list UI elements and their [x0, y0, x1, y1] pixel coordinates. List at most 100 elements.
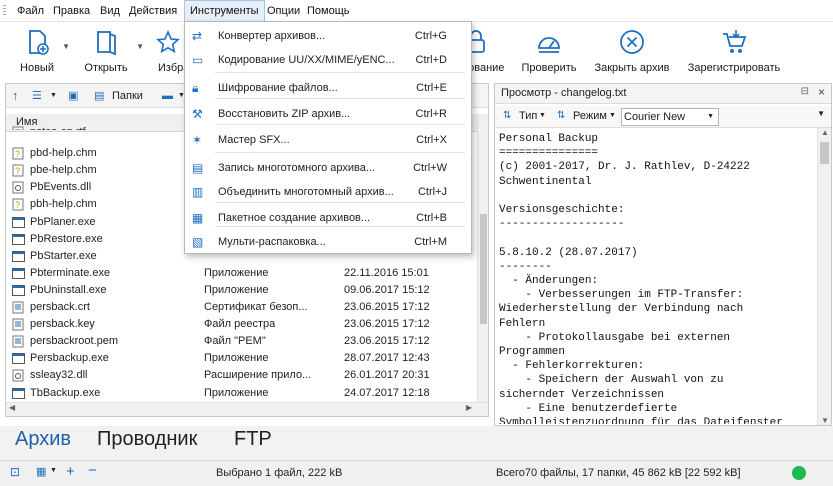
status-total: Всего70 файлы, 17 папки, 45 862 kB [22 5… [496, 467, 741, 479]
doc-file-icon [12, 318, 25, 331]
file-name: PbEvents.dll [30, 181, 92, 194]
file-row[interactable]: persback.key Файл реестра 23.06.2015 17:12 [6, 316, 478, 333]
favorites-button[interactable]: Избра [150, 22, 186, 78]
file-name: PbStarter.exe [30, 249, 97, 262]
vertical-scrollbar[interactable] [477, 114, 488, 402]
mode-dropdown[interactable]: Режим [573, 110, 607, 122]
chevron-down-icon[interactable]: ▼ [136, 42, 144, 51]
preview-pane: Просмотр - changelog.txt ⊟ × ⇅ Тип ▼ ⇅ Р… [494, 83, 832, 426]
svg-text:?: ? [15, 149, 20, 159]
preview-scrollbar[interactable]: ▲ ▼ [817, 128, 831, 425]
drive-icon[interactable]: ▬ [162, 88, 173, 104]
menu-edit[interactable]: Правка [48, 0, 95, 22]
font-select[interactable]: Courier New ▼ [621, 108, 719, 126]
lock-icon[interactable]: ⊡ [10, 465, 20, 479]
file-name: persback.key [30, 318, 95, 331]
chevron-down-icon[interactable]: ▼ [62, 42, 70, 51]
horizontal-scrollbar[interactable]: ◀ ▶ [6, 402, 488, 416]
file-name: PbRestore.exe [30, 232, 103, 245]
file-row[interactable]: PbUninstall.exe Приложение 09.06.2017 15:1… [6, 282, 478, 299]
tools-menu-item[interactable]: ▧ Мульти-распаковка... Ctrl+M [185, 230, 471, 254]
type-dropdown[interactable]: Тип [519, 110, 537, 122]
mode-icon: ⇅ [557, 110, 566, 121]
tools-menu-item[interactable]: ✶ Мастер SFX... Ctrl+X [185, 128, 471, 152]
menu-options[interactable]: Опции [262, 0, 305, 22]
chevron-down-icon[interactable]: ▼ [50, 467, 57, 474]
open-archive-icon [97, 31, 116, 56]
file-name: Persbackup.exe [30, 352, 109, 365]
file-name: pbe-help.chm [30, 164, 97, 177]
view-grid-icon[interactable]: ▦ [36, 465, 46, 478]
file-type: Приложение [204, 283, 269, 296]
register-button[interactable]: Зарегистрировать [682, 22, 786, 78]
doc-file-icon [12, 301, 25, 314]
file-date: 24.07.2017 12:18 [344, 386, 430, 399]
chm-file-icon: ? [12, 147, 25, 160]
chm-file-icon: ? [12, 164, 25, 177]
open-button-label: Открыть [84, 62, 128, 74]
tools-menu-item[interactable]: 🔒︎ Шифрование файлов... Ctrl+E [185, 76, 471, 100]
chevron-down-icon: ▼ [707, 113, 714, 120]
doc-file-icon [12, 126, 25, 130]
scroll-up-icon[interactable]: ▲ [821, 128, 829, 137]
new-button[interactable]: ▼ Новый [14, 22, 70, 78]
menu-item-label: Мульти-распаковка... [218, 236, 326, 248]
menu-item-label: Объединить многотомный архив... [218, 186, 394, 198]
tools-menu: ⇄ Конвертер архивов... Ctrl+G ▭ Кодирование … [184, 21, 472, 254]
svg-text:?: ? [15, 166, 20, 176]
minus-icon[interactable]: − [88, 462, 97, 479]
menu-help[interactable]: Помощь [302, 0, 355, 22]
file-row[interactable]: persback.crt Сертификат безоп... 23.06.201… [6, 299, 478, 316]
file-name: pbh-help.chm [30, 198, 97, 211]
tools-menu-item[interactable]: ▭ Кодирование UU/XX/MIME/yENC... Ctrl+D [185, 48, 471, 72]
scroll-right-icon[interactable]: ▶ [466, 403, 472, 412]
plus-icon[interactable]: + [66, 463, 75, 480]
tab-archive[interactable]: Архив [15, 428, 71, 451]
file-date: 26.01.2017 20:31 [344, 369, 430, 382]
file-row[interactable]: Persbackup.exe Приложение 28.07.2017 12:43 [6, 350, 478, 367]
panel-icon[interactable]: ▣ [68, 88, 78, 104]
menu-item-label: Мастер SFX... [218, 134, 290, 146]
volumes-write-icon: ▤ [192, 161, 204, 175]
menu-file[interactable]: Файл [12, 0, 49, 22]
view-list-icon[interactable]: ☰ [32, 88, 42, 104]
menu-view[interactable]: Вид [95, 0, 125, 22]
tools-menu-item[interactable]: ▥ Объединить многотомный архив... Ctrl+J [185, 180, 471, 204]
close-archive-button[interactable]: Закрыть архив [590, 22, 674, 78]
chm-file-icon: ? [12, 198, 25, 211]
pin-icon[interactable]: ⊟ [801, 86, 809, 97]
scroll-thumb[interactable] [820, 142, 829, 164]
font-select-value: Courier New [624, 111, 686, 123]
tools-menu-item[interactable]: ⇄ Конвертер архивов... Ctrl+G [185, 24, 471, 48]
chevron-down-icon[interactable]: ▼ [539, 112, 546, 119]
tools-menu-item[interactable]: ▤ Запись многотомного архива... Ctrl+W [185, 156, 471, 180]
menu-actions[interactable]: Действия [124, 0, 182, 22]
file-row[interactable]: ssleay32.dll Расширение прило... 26.01.201… [6, 367, 478, 384]
type-icon: ⇅ [503, 110, 512, 121]
scroll-down-icon[interactable]: ▼ [821, 416, 829, 425]
file-row[interactable]: TbBackup.exe Приложение 24.07.2017 12:18 [6, 385, 478, 402]
file-type: Приложение [204, 266, 269, 279]
menu-tools[interactable]: Инструменты [184, 0, 265, 22]
volumes-join-icon: ▥ [192, 185, 204, 199]
exe-file-icon [12, 233, 25, 246]
star-icon [156, 29, 180, 54]
open-button[interactable]: ▼ Открыть [78, 22, 144, 78]
folders-toggle[interactable]: Папки [112, 88, 143, 104]
chevron-down-icon[interactable]: ▼ [50, 88, 57, 104]
tab-explorer[interactable]: Проводник [97, 428, 197, 451]
verify-button[interactable]: Проверить [517, 22, 581, 78]
close-icon[interactable]: × [818, 85, 825, 99]
chevron-down-icon[interactable]: ▼ [609, 112, 616, 119]
scroll-left-icon[interactable]: ◀ [9, 403, 15, 412]
tab-ftp[interactable]: FTP [234, 428, 272, 451]
tools-menu-item[interactable]: ⚒ Восстановить ZIP архив... Ctrl+R [185, 102, 471, 126]
file-name: PbPlaner.exe [30, 215, 96, 228]
chevron-down-icon[interactable]: ▼ [817, 109, 825, 118]
status-indicator-icon [792, 466, 806, 480]
file-row[interactable]: Pbterminate.exe Приложение 22.11.2016 15:0… [6, 265, 478, 282]
cart-icon [723, 30, 747, 53]
up-folder-icon[interactable]: ↑ [12, 88, 19, 104]
file-row[interactable]: persbackroot.pem Файл "PEM" 23.06.2015 17:… [6, 333, 478, 350]
scroll-thumb[interactable] [480, 214, 487, 324]
